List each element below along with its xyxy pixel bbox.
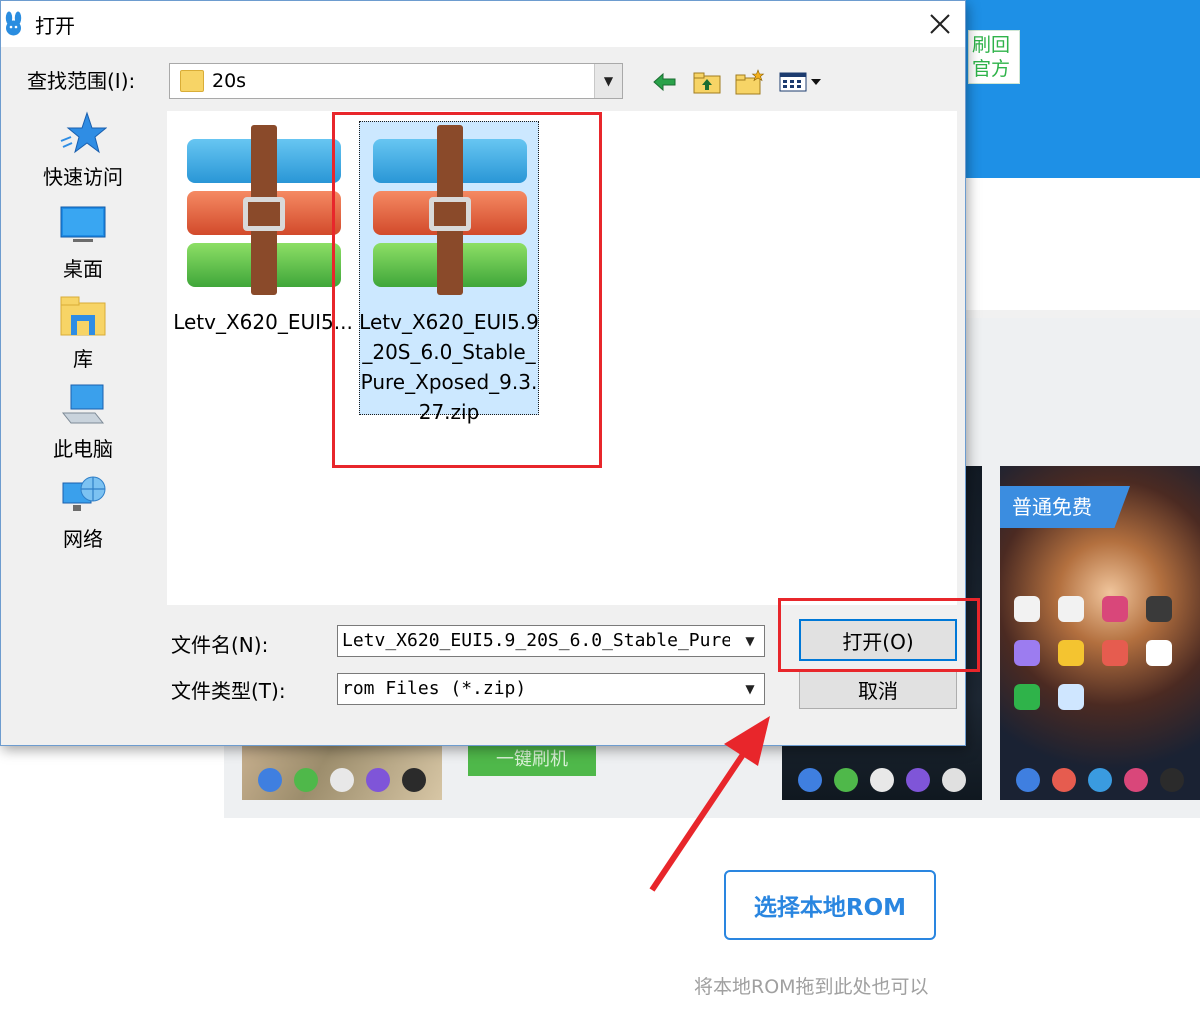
select-local-rom-button[interactable]: 选择本地ROM xyxy=(724,870,936,940)
view-menu-button[interactable] xyxy=(779,68,825,96)
filename-label: 文件名(N): xyxy=(171,633,269,657)
chevron-down-icon[interactable]: ▼ xyxy=(736,626,764,656)
file-name: Letv_X620_EUI5... xyxy=(173,310,353,334)
up-one-level-icon xyxy=(693,72,721,94)
close-button[interactable] xyxy=(917,5,963,43)
place-label: 桌面 xyxy=(63,257,103,281)
place-desktop[interactable]: 桌面 xyxy=(21,203,145,289)
free-rom-tag: 普通免费 xyxy=(1000,486,1130,528)
folder-icon xyxy=(180,70,204,92)
flash-back-official-badge[interactable]: 刷回 官方 xyxy=(968,30,1020,84)
filetype-select[interactable]: rom Files (*.zip) ▼ xyxy=(337,673,765,705)
dialog-toolbar xyxy=(651,67,825,97)
network-icon xyxy=(62,476,106,511)
library-folder-icon xyxy=(60,296,106,336)
place-label: 此电脑 xyxy=(53,437,113,461)
phone-app-grid xyxy=(1014,596,1186,710)
computer-icon xyxy=(61,384,105,424)
cancel-button[interactable]: 取消 xyxy=(799,669,957,709)
winrar-archive-icon xyxy=(187,125,341,295)
annotation-box-open-button xyxy=(778,598,980,672)
place-quick-access[interactable]: 快速访问 xyxy=(21,111,145,197)
app-content-band xyxy=(960,178,1200,318)
dialog-titlebar[interactable]: 打开 xyxy=(1,1,965,47)
rom-preview-image-1[interactable] xyxy=(242,740,442,800)
badge-line-2: 官方 xyxy=(972,58,1011,80)
chevron-down-icon[interactable]: ▼ xyxy=(594,64,622,98)
place-network[interactable]: 网络 xyxy=(21,473,145,559)
app-rabbit-icon xyxy=(5,11,22,36)
desktop-icon xyxy=(60,206,106,242)
back-arrow-icon xyxy=(653,72,676,92)
place-label: 库 xyxy=(73,347,93,371)
phone-dock xyxy=(252,768,432,792)
annotation-box-selected-file xyxy=(332,112,602,468)
look-in-label: 查找范围(I): xyxy=(27,69,136,93)
phone-dock xyxy=(792,768,972,792)
star-icon xyxy=(60,111,107,154)
new-folder-icon xyxy=(735,69,765,95)
filetype-value: rom Files (*.zip) xyxy=(342,678,527,699)
screen: 刷回 官方 一键刷机 普通免费 选择本地ROM 将本地ROM拖到此处也可以 打开… xyxy=(0,0,1200,1030)
filename-input[interactable]: Letv_X620_EUI5.9_20S_6.0_Stable_Pure_X ▼ xyxy=(337,625,765,657)
back-button[interactable] xyxy=(651,68,679,96)
place-label: 快速访问 xyxy=(43,165,123,189)
badge-line-1: 刷回 xyxy=(972,34,1011,56)
filename-value: Letv_X620_EUI5.9_20S_6.0_Stable_Pure_X xyxy=(342,630,730,651)
new-folder-button[interactable] xyxy=(735,68,765,96)
look-in-dropdown[interactable]: 20s ▼ xyxy=(169,63,623,99)
app-header-bar xyxy=(960,0,1200,178)
place-this-pc[interactable]: 此电脑 xyxy=(21,383,145,469)
place-libraries[interactable]: 库 xyxy=(21,293,145,379)
phone-dock xyxy=(1010,768,1190,792)
view-menu-icon xyxy=(779,72,821,92)
dialog-title: 打开 xyxy=(35,14,75,38)
drag-rom-hint: 将本地ROM拖到此处也可以 xyxy=(694,976,929,998)
chevron-down-icon[interactable]: ▼ xyxy=(736,674,764,704)
place-label: 网络 xyxy=(63,527,103,551)
up-folder-button[interactable] xyxy=(693,68,721,96)
filetype-label: 文件类型(T): xyxy=(171,679,286,703)
look-in-value: 20s xyxy=(212,70,247,92)
one-key-flash-button[interactable]: 一键刷机 xyxy=(468,746,596,776)
close-icon xyxy=(930,14,950,34)
